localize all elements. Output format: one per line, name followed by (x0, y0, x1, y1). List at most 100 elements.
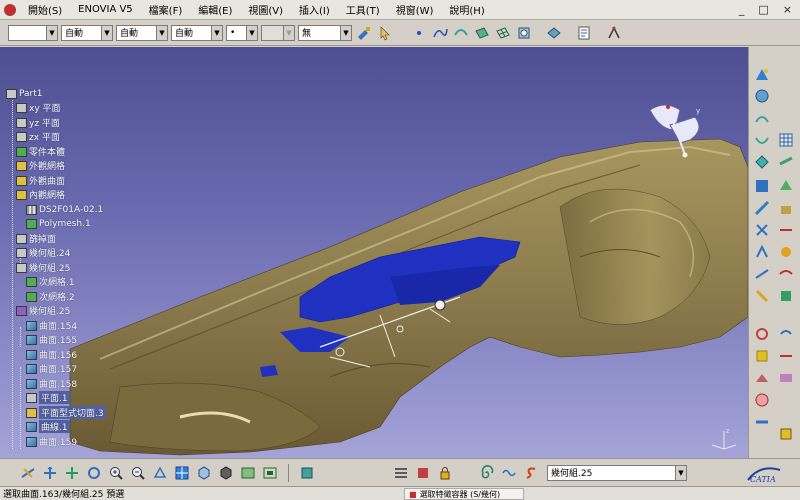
tree-item[interactable]: 次網格.2 (26, 290, 75, 303)
close-button[interactable]: × (783, 3, 792, 16)
list-icon[interactable] (391, 463, 411, 483)
maximize-button[interactable]: □ (758, 3, 768, 16)
hide-show-icon[interactable] (238, 463, 258, 483)
menu-start[interactable]: 開始(S) (20, 2, 70, 17)
tree-item[interactable]: 平面.1 (26, 391, 70, 404)
tree-item[interactable]: 曲面.158 (26, 377, 77, 390)
compass-icon[interactable]: y (640, 95, 710, 165)
normal-view-icon[interactable] (150, 463, 170, 483)
extrapolate-icon[interactable] (753, 265, 771, 283)
tree-item[interactable]: 曲面.159 (26, 435, 77, 448)
analysis2-icon[interactable] (753, 369, 771, 387)
scan-icon[interactable] (515, 24, 533, 42)
line-type-combo[interactable]: 自動 ▼ (171, 24, 223, 41)
extrude-icon[interactable] (777, 199, 795, 217)
point-symbol-combo[interactable]: • ▼ (226, 24, 258, 41)
tree-item[interactable]: 次網格.1 (26, 275, 75, 288)
translate-icon[interactable] (777, 287, 795, 305)
menu-tools[interactable]: 工具(T) (338, 2, 388, 17)
cross-icon[interactable] (753, 221, 771, 239)
tree-item[interactable]: 曲面.155 (26, 333, 77, 346)
curvature-icon[interactable] (753, 391, 771, 409)
tree-item[interactable]: xy 平面 (16, 101, 61, 114)
report-icon[interactable] (575, 24, 593, 42)
line-thickness-combo[interactable]: 自動 ▼ (116, 24, 168, 41)
point-cloud-icon[interactable] (753, 87, 771, 105)
connect-icon[interactable] (753, 413, 771, 431)
tree-root[interactable]: Part1 (6, 87, 43, 100)
tree-item[interactable]: zx 平面 (16, 130, 60, 143)
line-color-combo[interactable]: 自動 ▼ (61, 24, 113, 41)
menu-help[interactable]: 說明(H) (441, 2, 492, 17)
diamond-icon[interactable] (753, 153, 771, 171)
tree-item[interactable]: 外觀網格 (16, 159, 65, 172)
active-geometric-set-combo[interactable]: 幾何組.25 ▼ (547, 464, 687, 481)
fly-mode-icon[interactable] (18, 463, 38, 483)
logo-s-icon[interactable] (521, 463, 541, 483)
tree-item[interactable]: 篩掉面 (16, 232, 56, 245)
tree-item[interactable]: 曲線.1 (26, 420, 70, 433)
3d-viewport[interactable]: y z Part1 xy 平面 yz 平面 zx 平面 零件本體 外觀網格 外觀… (0, 47, 748, 458)
tree-item[interactable]: 外觀曲面 (16, 174, 65, 187)
painter-icon[interactable] (355, 24, 373, 42)
sweep-icon[interactable] (753, 199, 771, 217)
shading-icon[interactable] (216, 463, 236, 483)
join-icon[interactable] (777, 243, 795, 261)
constraint-icon[interactable] (605, 24, 623, 42)
curve-icon[interactable] (452, 24, 470, 42)
split-icon[interactable] (753, 243, 771, 261)
tree-item[interactable]: 幾何組.25 (16, 261, 70, 274)
trim-icon[interactable] (777, 221, 795, 239)
pan-icon[interactable] (62, 463, 82, 483)
tree-item[interactable]: DS2F01A-02.1 (26, 203, 103, 216)
swap-space-icon[interactable] (260, 463, 280, 483)
rotate-view-icon[interactable] (84, 463, 104, 483)
menu-insert[interactable]: 插入(I) (291, 2, 338, 17)
rotate-icon[interactable] (777, 325, 795, 343)
tree-item[interactable]: 平面型式切面.3 (26, 406, 106, 419)
affinity-icon[interactable] (777, 347, 795, 365)
wave-icon[interactable] (499, 463, 519, 483)
wire-icon[interactable] (753, 109, 771, 127)
tools-icon[interactable] (413, 463, 433, 483)
zoom-out-icon[interactable] (128, 463, 148, 483)
surface-icon[interactable] (473, 24, 491, 42)
menu-view[interactable]: 視圖(V) (240, 2, 291, 17)
blend-icon[interactable] (753, 177, 771, 195)
analysis-icon[interactable] (545, 24, 563, 42)
spline-icon[interactable] (431, 24, 449, 42)
point-icon[interactable] (410, 24, 428, 42)
offset-icon[interactable] (777, 153, 795, 171)
sketch-icon[interactable] (753, 65, 771, 83)
part-model[interactable] (0, 47, 748, 458)
minimize-button[interactable]: _ (739, 3, 745, 16)
spiral-icon[interactable] (477, 463, 497, 483)
tree-item[interactable]: 幾何組.25 (16, 304, 70, 317)
tree-item[interactable]: 曲面.154 (26, 319, 77, 332)
fit-all-icon[interactable] (40, 463, 60, 483)
start-icon[interactable] (4, 3, 16, 16)
symmetry-icon[interactable] (753, 325, 771, 343)
warning-icon[interactable] (777, 425, 795, 443)
layer-combo[interactable]: 無 ▼ (298, 24, 352, 41)
scale-icon[interactable] (753, 347, 771, 365)
project-icon[interactable] (753, 287, 771, 305)
tree-item[interactable]: Polymesh.1 (26, 217, 91, 230)
tree-item[interactable]: 曲面.156 (26, 348, 77, 361)
tree-item[interactable]: 內觀網格 (16, 188, 65, 201)
transparency-combo[interactable]: ▼ (261, 24, 295, 41)
measure-icon[interactable] (297, 463, 317, 483)
tree-item[interactable]: 幾何組.24 (16, 246, 70, 259)
multi-view-icon[interactable] (172, 463, 192, 483)
grid-icon[interactable] (777, 131, 795, 149)
fill-icon[interactable] (777, 177, 795, 195)
pointer-icon[interactable] (376, 24, 394, 42)
menu-edit[interactable]: 編輯(E) (190, 2, 240, 17)
iso-view-icon[interactable] (194, 463, 214, 483)
heal-icon[interactable] (777, 265, 795, 283)
menu-window[interactable]: 視窗(W) (388, 2, 442, 17)
mesh-icon[interactable] (494, 24, 512, 42)
tree-item[interactable]: 曲面.157 (26, 362, 77, 375)
menu-file[interactable]: 檔案(F) (141, 2, 191, 17)
menu-enovia[interactable]: ENOVIA V5 (70, 4, 141, 15)
